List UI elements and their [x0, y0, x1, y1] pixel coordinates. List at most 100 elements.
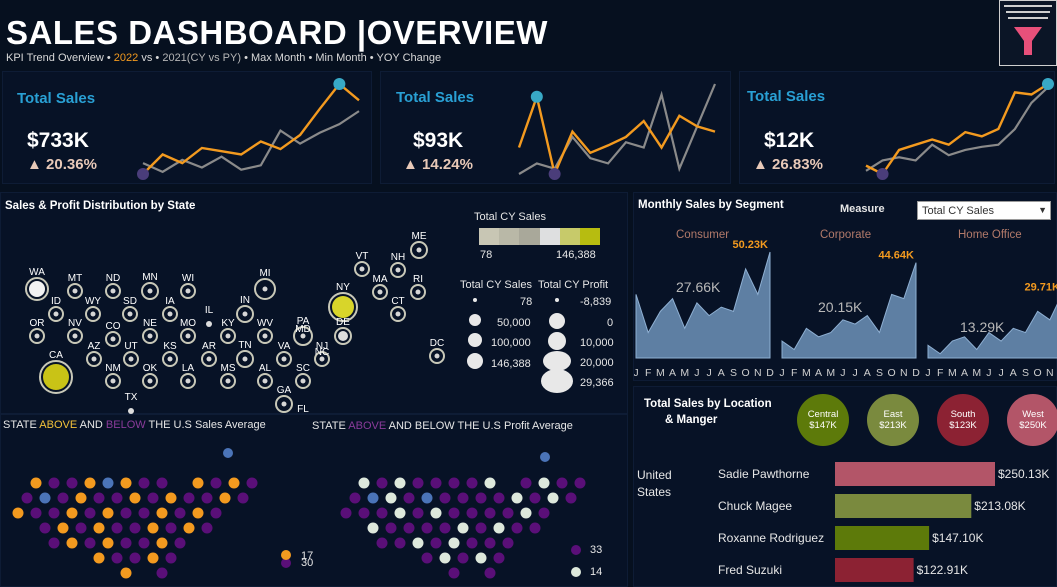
- state-average-dot: [84, 507, 96, 519]
- state-profit-dot-mi: [262, 286, 268, 292]
- state-average-dot: [147, 552, 159, 564]
- state-label-dc: DC: [430, 338, 444, 349]
- sales-average-title: STATE ABOVE AND BELOW THE U.S Sales Aver…: [3, 419, 266, 431]
- state-average-dot: [439, 552, 451, 564]
- state-label-nm: NM: [105, 363, 121, 374]
- state-profit-dot-al: [262, 378, 268, 384]
- size-legend-profit-mark: [549, 313, 565, 329]
- region-name: Central: [807, 409, 839, 420]
- month-tick: J: [694, 367, 699, 379]
- subtitle-py: 2021(CY vs PY): [162, 52, 241, 64]
- state-average-dot: [111, 552, 123, 564]
- state-profit-dot-ri: [415, 289, 421, 295]
- kpi-change: ▲ 26.83%: [753, 156, 823, 173]
- state-label-tn: TN: [238, 340, 251, 351]
- kpi-sparkline: [137, 78, 360, 180]
- region-badge-west[interactable]: West $250K: [1007, 394, 1057, 446]
- state-label-wy: WY: [85, 296, 101, 307]
- state-average-dot: [93, 522, 105, 534]
- segment-area-0: [635, 251, 771, 359]
- state-average-dot: [466, 477, 478, 489]
- profit-title-above: ABOVE: [348, 420, 387, 432]
- state-profit-dot-va: [281, 356, 287, 362]
- state-average-dot: [210, 477, 222, 489]
- state-label-ks: KS: [163, 341, 177, 352]
- month-tick: O: [1034, 367, 1042, 379]
- state-average-dot: [376, 507, 388, 519]
- state-profit-dot-wi: [185, 288, 191, 294]
- month-tick: M: [802, 367, 811, 379]
- kpi-value: $12K: [764, 129, 815, 152]
- state-average-dot: [174, 507, 186, 519]
- month-tick: A: [718, 367, 725, 379]
- month-tick: S: [730, 367, 737, 379]
- state-average-dot: [48, 507, 60, 519]
- state-label-ct: CT: [391, 296, 404, 307]
- state-label-az: AZ: [88, 341, 101, 352]
- state-average-dot: [367, 492, 379, 504]
- month-tick: J: [634, 367, 639, 379]
- size-legend-profit-3: 20,000: [580, 357, 614, 369]
- state-average-dot: [484, 477, 496, 489]
- state-average-dot: [120, 537, 132, 549]
- region-badge-central[interactable]: Central $147K: [797, 394, 849, 446]
- state-average-dot: [228, 477, 240, 489]
- state-average-dot: [66, 507, 78, 519]
- state-profit-dot-tn: [242, 356, 248, 362]
- state-label-nc: NC: [315, 347, 329, 358]
- state-average-dot: [192, 477, 204, 489]
- segment-peak-label: 29.71K: [1025, 281, 1057, 293]
- manager-name: Fred Suzuki: [718, 563, 782, 577]
- color-legend-title: Total CY Sales: [474, 211, 546, 223]
- state-label-ok: OK: [143, 363, 158, 374]
- state-average-dot: [538, 507, 550, 519]
- kpi-label: Total Sales: [396, 89, 475, 106]
- state-average-dot: [421, 492, 433, 504]
- state-label-sd: SD: [123, 296, 137, 307]
- max-month-dot: [530, 90, 543, 103]
- state-label-wa: WA: [29, 267, 45, 278]
- month-tick: N: [900, 367, 908, 379]
- state-average-dot: [129, 552, 141, 564]
- state-average-dot: [147, 492, 159, 504]
- state-profit-dot-nh: [395, 267, 401, 273]
- filter-button[interactable]: [999, 0, 1057, 66]
- sparkline-cy: [517, 92, 716, 178]
- max-month-dot: [1042, 78, 1054, 90]
- manager-bar: [835, 462, 995, 486]
- state-profit-dot-me: [416, 247, 422, 253]
- manager-bar: [835, 558, 914, 582]
- state-bubble-map: WA MT ND MN WI MI VT NH ME ID WY SD IA IL IN NY MA RI OR NV…: [25, 231, 445, 414]
- measure-dropdown[interactable]: Total CY Sales ▼: [917, 201, 1051, 220]
- state-average-dot: [223, 448, 233, 458]
- state-profit-dot-ok: [147, 378, 153, 384]
- location-title-2: & Manger: [665, 414, 718, 426]
- state-profit-dot-ga: [281, 401, 287, 407]
- state-average-dot: [439, 522, 451, 534]
- size-legend-sales-mark: [467, 353, 483, 369]
- kpi-change-value: 14.24%: [422, 156, 473, 173]
- legend-below-mark: [571, 545, 581, 555]
- state-average-dot: [376, 477, 388, 489]
- sales-title-b: AND: [77, 419, 106, 431]
- state-average-dot: [30, 477, 42, 489]
- region-badge-east[interactable]: East $213K: [867, 394, 919, 446]
- region-badge-south[interactable]: South $123K: [937, 394, 989, 446]
- state-average-dot: [475, 492, 487, 504]
- state-average-dot: [394, 537, 406, 549]
- state-profit-dot-wv: [262, 333, 268, 339]
- state-profit-dot-ne: [147, 333, 153, 339]
- month-tick: N: [754, 367, 762, 379]
- state-average-dot: [448, 537, 460, 549]
- state-average-dot: [120, 567, 132, 579]
- state-label-nd: ND: [106, 273, 120, 284]
- state-label-la: LA: [182, 363, 195, 374]
- state-average-dot: [147, 522, 159, 534]
- size-legend-profit-mark: [555, 298, 559, 302]
- state-average-dot: [439, 492, 451, 504]
- state-average-dot: [358, 507, 370, 519]
- color-legend-max: 146,388: [556, 249, 596, 261]
- state-profit-dot-nv: [72, 333, 78, 339]
- state-profit-dot-ks: [167, 356, 173, 362]
- size-legend-sales-mark: [473, 298, 477, 302]
